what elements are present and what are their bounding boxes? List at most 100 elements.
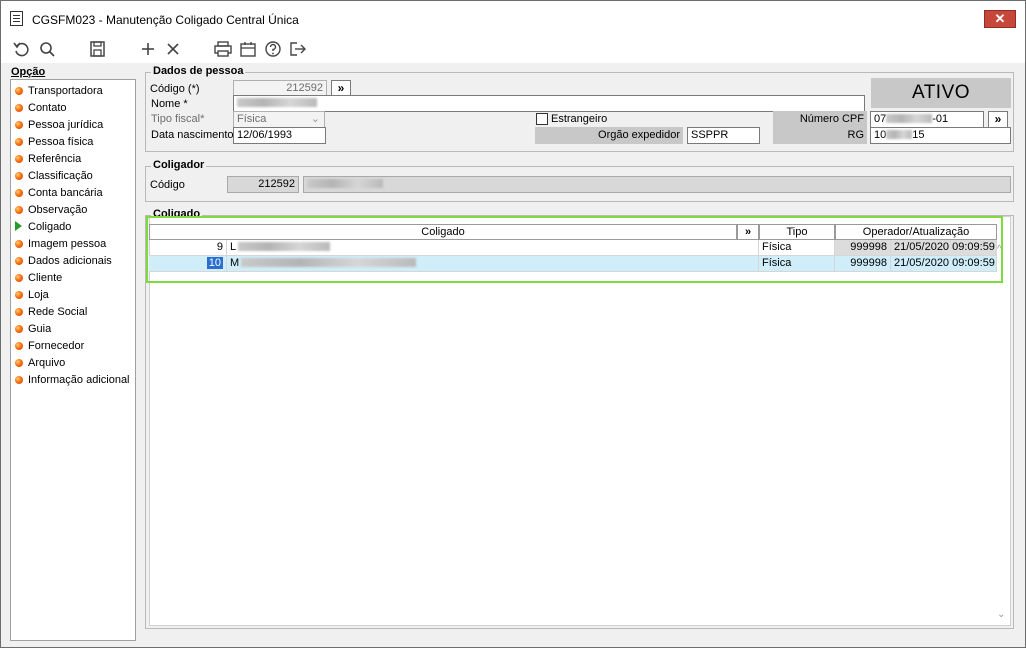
sidebar-item-guia[interactable]: Guia bbox=[15, 321, 51, 337]
sidebar-item-cliente[interactable]: Cliente bbox=[15, 270, 62, 286]
estrangeiro-label: Estrangeiro bbox=[551, 113, 608, 125]
title-bar: CGSFM023 - Manutenção Coligado Central Ú… bbox=[1, 1, 1025, 33]
sidebar-item-label: Cliente bbox=[28, 272, 63, 284]
main-content: Opção Transportadora Contato Pessoa jurí… bbox=[1, 63, 1025, 647]
coligador-codigo-label: Código bbox=[150, 179, 185, 191]
active-arrow-icon bbox=[15, 221, 22, 231]
bullet-icon bbox=[15, 172, 23, 180]
rg-suffix: 15 bbox=[912, 129, 925, 141]
sidebar-item-label: Informação adicional bbox=[28, 374, 130, 386]
sidebar-item-label: Transportadora bbox=[28, 85, 103, 97]
nome-label: Nome * bbox=[151, 98, 188, 110]
sidebar-item-referencia[interactable]: Referência bbox=[15, 151, 81, 167]
tipo-fiscal-select[interactable]: Física ⌄ bbox=[233, 111, 325, 128]
scroll-down-icon[interactable]: ⌄ bbox=[997, 609, 1005, 620]
sidebar-item-label: Observação bbox=[28, 204, 88, 216]
cpf-suffix: -01 bbox=[932, 113, 949, 125]
sidebar-title: Opção bbox=[11, 66, 46, 78]
scroll-up-icon[interactable]: ^ bbox=[997, 244, 1002, 255]
application-window: CGSFM023 - Manutenção Coligado Central Ú… bbox=[0, 0, 1026, 648]
print-icon[interactable] bbox=[213, 40, 233, 58]
bullet-icon bbox=[15, 257, 23, 265]
sidebar-item-conta-bancaria[interactable]: Conta bancária bbox=[15, 185, 103, 201]
bullet-icon bbox=[15, 240, 23, 248]
tipo-fiscal-value: Física bbox=[237, 113, 267, 125]
sidebar-item-observacao[interactable]: Observação bbox=[15, 202, 87, 218]
sidebar-item-imagem-pessoa[interactable]: Imagem pessoa bbox=[15, 236, 106, 252]
exit-icon[interactable] bbox=[288, 40, 308, 58]
rg-label: RG bbox=[773, 127, 867, 144]
coligador-nome-field[interactable] bbox=[303, 176, 1011, 193]
sidebar-item-label: Loja bbox=[28, 289, 49, 301]
orgao-expedidor-field[interactable]: SSPPR bbox=[687, 127, 760, 144]
sidebar-item-label: Guia bbox=[28, 323, 52, 335]
sidebar-item-label: Imagem pessoa bbox=[28, 238, 107, 250]
redacted-cpf bbox=[886, 114, 933, 123]
sidebar-item-dados-adicionais[interactable]: Dados adicionais bbox=[15, 253, 112, 269]
cpf-prefix: 07 bbox=[874, 113, 887, 125]
sidebar-item-arquivo[interactable]: Arquivo bbox=[15, 355, 65, 371]
bullet-icon bbox=[15, 325, 23, 333]
rg-prefix: 10 bbox=[874, 129, 887, 141]
sidebar-item-label: Conta bancária bbox=[28, 187, 103, 199]
redacted-name bbox=[237, 98, 317, 107]
orgao-expedidor-label: Orgão expedidor bbox=[535, 127, 683, 144]
sidebar-item-label: Pessoa jurídica bbox=[28, 119, 104, 131]
sidebar-item-informacao-adicional[interactable]: Informação adicional bbox=[15, 372, 130, 388]
sidebar-item-rede-social[interactable]: Rede Social bbox=[15, 304, 87, 320]
sidebar-item-coligado[interactable]: Coligado bbox=[15, 219, 71, 235]
sidebar-item-pessoa-juridica[interactable]: Pessoa jurídica bbox=[15, 117, 103, 133]
window-title: CGSFM023 - Manutenção Coligado Central Ú… bbox=[32, 13, 299, 27]
nome-field[interactable] bbox=[233, 95, 865, 112]
sidebar-item-label: Coligado bbox=[28, 221, 72, 233]
coligador-legend: Coligador bbox=[151, 159, 207, 171]
cpf-field[interactable]: 07 -01 bbox=[870, 111, 984, 128]
add-icon[interactable] bbox=[138, 40, 158, 58]
document-icon bbox=[10, 11, 23, 26]
rg-field[interactable]: 10 15 bbox=[870, 127, 1011, 144]
sidebar-item-label: Fornecedor bbox=[28, 340, 85, 352]
dados-pessoa-legend: Dados de pessoa bbox=[151, 65, 246, 77]
sidebar-item-classificacao[interactable]: Classificação bbox=[15, 168, 93, 184]
sidebar-item-label: Pessoa física bbox=[28, 136, 94, 148]
bullet-icon bbox=[15, 376, 23, 384]
search-icon[interactable] bbox=[38, 40, 58, 58]
sidebar-item-label: Rede Social bbox=[28, 306, 88, 318]
selection-highlight bbox=[146, 216, 1003, 283]
cpf-lookup-button[interactable]: » bbox=[988, 111, 1008, 128]
chevron-down-icon: ⌄ bbox=[310, 113, 320, 125]
bullet-icon bbox=[15, 155, 23, 163]
save-icon[interactable] bbox=[88, 40, 108, 58]
status-badge: ATIVO bbox=[871, 78, 1011, 108]
close-button[interactable]: ✕ bbox=[984, 10, 1016, 28]
cpf-label: Número CPF bbox=[773, 111, 867, 128]
sidebar-item-pessoa-fisica[interactable]: Pessoa física bbox=[15, 134, 93, 150]
bullet-icon bbox=[15, 359, 23, 367]
sidebar-item-label: Classificação bbox=[28, 170, 93, 182]
bullet-icon bbox=[15, 189, 23, 197]
delete-icon[interactable] bbox=[163, 40, 183, 58]
bullet-icon bbox=[15, 104, 23, 112]
data-nascimento-label: Data nascimento bbox=[151, 129, 234, 141]
redacted-rg bbox=[886, 130, 913, 139]
coligador-codigo-field[interactable]: 212592 bbox=[227, 176, 299, 193]
sidebar-item-transportadora[interactable]: Transportadora bbox=[15, 83, 103, 99]
sidebar-menu: Transportadora Contato Pessoa jurídica P… bbox=[10, 79, 136, 641]
bullet-icon bbox=[15, 138, 23, 146]
sidebar-item-label: Arquivo bbox=[28, 357, 66, 369]
sidebar-item-label: Dados adicionais bbox=[28, 255, 112, 267]
redacted-coligador-name bbox=[307, 179, 383, 188]
estrangeiro-checkbox[interactable] bbox=[536, 113, 548, 125]
help-icon[interactable] bbox=[263, 40, 283, 58]
sidebar-item-contato[interactable]: Contato bbox=[15, 100, 67, 116]
bullet-icon bbox=[15, 87, 23, 95]
data-nascimento-field[interactable]: 12/06/1993 bbox=[233, 127, 326, 144]
tipo-fiscal-label: Tipo fiscal* bbox=[151, 113, 205, 125]
calendar-icon[interactable] bbox=[238, 40, 258, 58]
bullet-icon bbox=[15, 291, 23, 299]
undo-icon[interactable] bbox=[12, 40, 32, 58]
toolbar bbox=[1, 33, 1025, 63]
sidebar-item-loja[interactable]: Loja bbox=[15, 287, 49, 303]
bullet-icon bbox=[15, 206, 23, 214]
sidebar-item-fornecedor[interactable]: Fornecedor bbox=[15, 338, 84, 354]
